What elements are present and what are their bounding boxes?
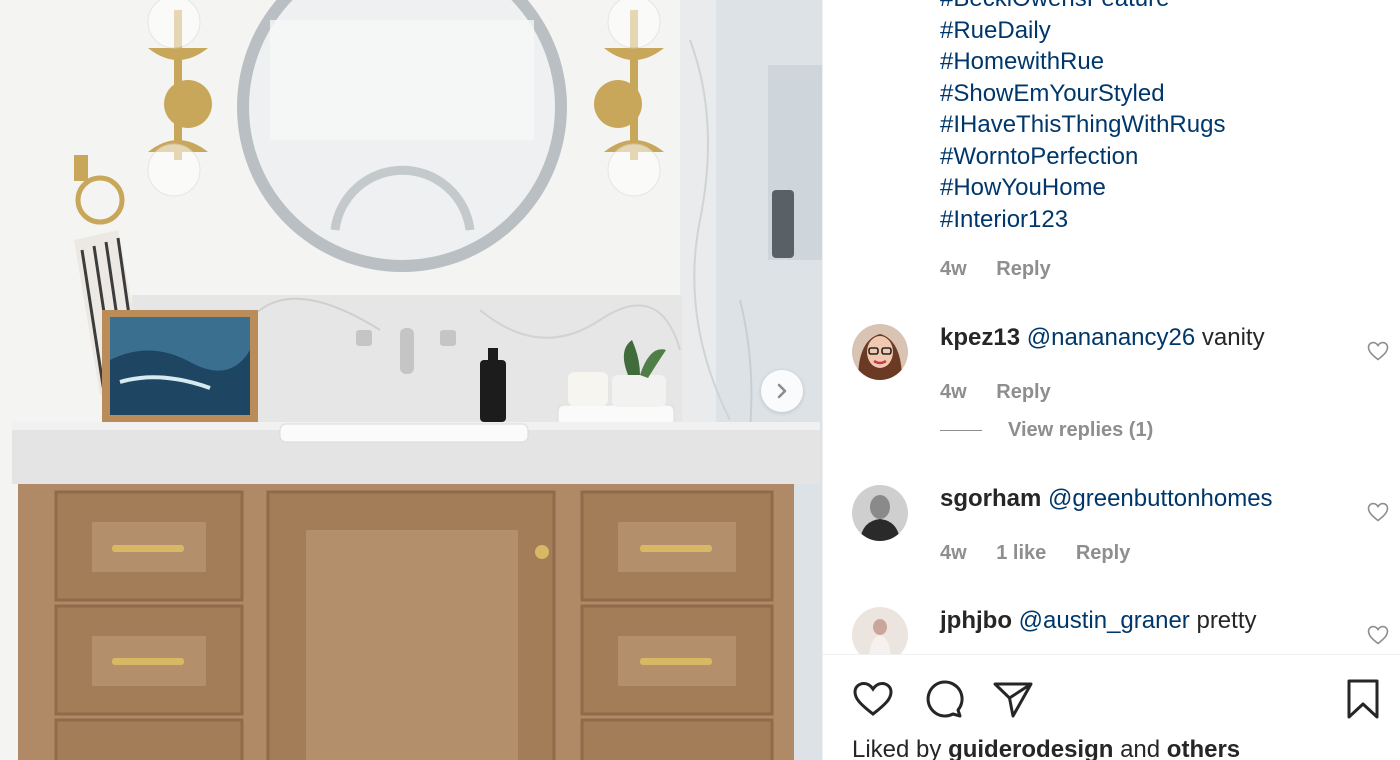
chevron-right-icon [777,383,787,399]
bookmark-icon [1347,679,1379,719]
heart-icon[interactable] [1366,623,1390,647]
comment-mention[interactable]: @austin_graner [1019,607,1190,634]
caption-hashtags: #BeckiOwensFeature #RueDaily #HomewithRu… [940,0,1225,235]
hashtag-link[interactable]: #Interior123 [940,204,1225,236]
paper-plane-icon [993,682,1033,718]
comment-mention[interactable]: @nananancy26 [1027,324,1196,351]
comment-text: sgorham @greenbuttonhomes [940,485,1273,513]
comment-text: jphjbo @austin_graner pretty [940,607,1257,635]
likes-middle: and [1113,736,1167,760]
comment-text: kpez13 @nananancy26 vanity [940,324,1265,352]
view-replies-label: View replies (1) [1008,419,1154,441]
comment-username[interactable]: kpez13 [940,324,1020,351]
comment-meta: 4w 1 like Reply [940,542,1154,565]
next-photo-button[interactable] [761,370,803,412]
comment-age: 4w [940,542,967,564]
comment-likes[interactable]: 1 like [996,542,1046,564]
comment-username[interactable]: sgorham [940,485,1041,512]
post-sidebar: #BeckiOwensFeature #RueDaily #HomewithRu… [822,0,1400,760]
share-button[interactable] [991,677,1035,721]
avatar[interactable] [852,485,908,541]
heart-icon [853,681,893,716]
bathroom-vanity-image [0,0,822,760]
reply-button[interactable]: Reply [996,258,1050,280]
caption-meta: 4w Reply [940,258,1075,281]
comment-body: vanity [1195,324,1265,351]
comment-icon [926,680,964,718]
save-button[interactable] [1341,677,1385,721]
hashtag-link[interactable]: #IHaveThisThingWithRugs [940,109,1225,141]
likes-summary: Liked by guiderodesign and others [852,736,1240,760]
comment-mention[interactable]: @greenbuttonhomes [1048,485,1273,512]
liker-username[interactable]: guiderodesign [948,736,1113,760]
likes-prefix: Liked by [852,736,949,760]
comment-age: 4w [940,258,967,280]
reply-button[interactable]: Reply [1076,542,1130,564]
hashtag-link[interactable]: #WorntoPerfection [940,141,1225,173]
comment-username[interactable]: jphjbo [940,607,1012,634]
divider [940,430,982,432]
post-photo[interactable] [0,0,822,760]
view-replies-button[interactable]: View replies (1) [940,419,1153,442]
hashtag-link[interactable]: #BeckiOwensFeature [940,0,1225,15]
comment-button[interactable] [921,677,965,721]
hashtag-link[interactable]: #RueDaily [940,15,1225,47]
avatar[interactable] [852,324,908,380]
comments-list: #BeckiOwensFeature #RueDaily #HomewithRu… [823,0,1400,654]
post-actions: Liked by guiderodesign and others [823,654,1400,760]
comment-meta: 4w Reply [940,381,1075,404]
heart-icon[interactable] [1366,339,1390,363]
hashtag-link[interactable]: #HowYouHome [940,172,1225,204]
avatar[interactable] [852,607,908,654]
comment-body: pretty [1189,607,1257,634]
reply-button[interactable]: Reply [996,381,1050,403]
hashtag-link[interactable]: #ShowEmYourStyled [940,78,1225,110]
comment-age: 4w [940,381,967,403]
likes-others-link[interactable]: others [1167,736,1240,760]
heart-icon[interactable] [1366,500,1390,524]
hashtag-link[interactable]: #HomewithRue [940,46,1225,78]
like-button[interactable] [851,677,895,721]
